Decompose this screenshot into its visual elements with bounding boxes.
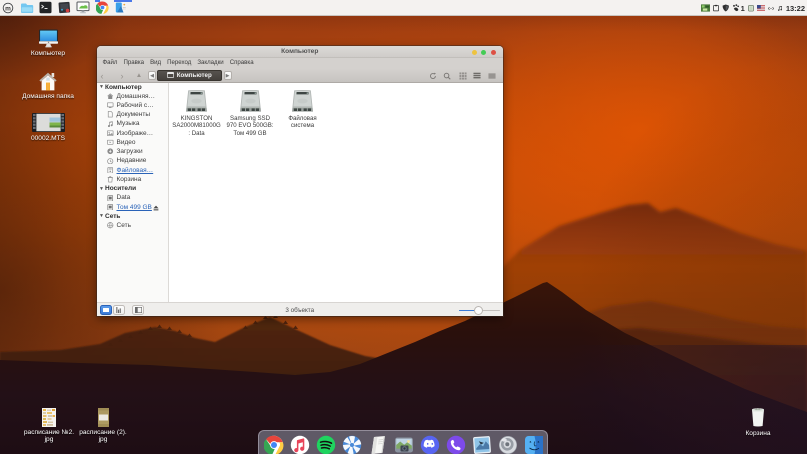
svg-text:m: m (5, 5, 11, 12)
